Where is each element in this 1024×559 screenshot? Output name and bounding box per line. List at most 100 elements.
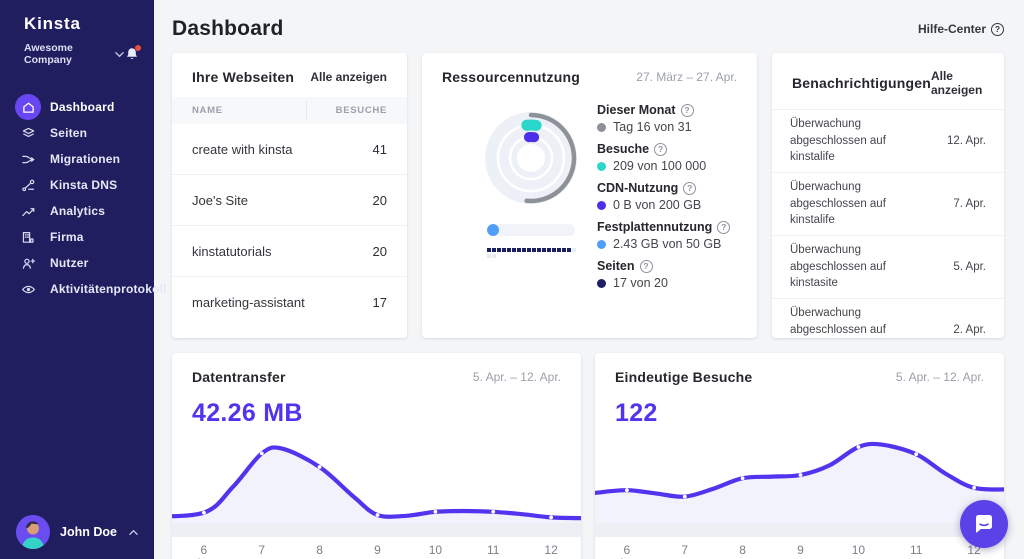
usage-square bbox=[547, 248, 551, 252]
notifications-card-title: Benachrichtigungen bbox=[792, 75, 931, 91]
analytics-icon bbox=[15, 198, 41, 224]
websites-card: Ihre Webseiten Alle anzeigen Name Besuch… bbox=[172, 53, 407, 338]
unique-visits-title: Eindeutige Besuche bbox=[615, 369, 752, 385]
x-tick-label: 8 bbox=[739, 543, 746, 557]
data-transfer-card: Datentransfer 5. Apr. – 12. Apr. 42.26 M… bbox=[172, 353, 581, 559]
legend-dot bbox=[597, 240, 606, 249]
help-icon[interactable]: ? bbox=[683, 182, 696, 195]
data-transfer-chart bbox=[172, 437, 581, 537]
help-icon[interactable]: ? bbox=[654, 143, 667, 156]
usage-square bbox=[557, 248, 561, 252]
list-item[interactable]: Überwachung abgeschlossen auf kinstalife… bbox=[772, 298, 1004, 338]
help-icon[interactable]: ? bbox=[717, 221, 730, 234]
legend-entry-visits: Besuche? 209 von 100 000 bbox=[597, 142, 730, 173]
sidebar-item-firma[interactable]: Firma bbox=[0, 224, 154, 250]
list-item[interactable]: Überwachung abgeschlossen auf kinstasite… bbox=[772, 235, 1004, 298]
unique-visits-x-axis: 6Apr789101112 bbox=[595, 537, 1004, 559]
site-name: marketing-assistant bbox=[192, 295, 305, 310]
legend-dot bbox=[597, 123, 606, 132]
main-content: Dashboard Hilfe-Center ? Ihre Webseiten … bbox=[154, 0, 1024, 559]
chat-launcher-button[interactable] bbox=[960, 500, 1008, 548]
notifications-card: Benachrichtigungen Alle anzeigen Überwac… bbox=[772, 53, 1004, 338]
resources-date-range: 27. März – 27. Apr. bbox=[636, 70, 737, 84]
sidebar-item-seiten[interactable]: Seiten bbox=[0, 120, 154, 146]
site-name: create with kinsta bbox=[192, 142, 292, 157]
add-user-icon bbox=[15, 250, 41, 276]
legend-dot bbox=[597, 201, 606, 210]
sidebar-item-analytics[interactable]: Analytics bbox=[0, 198, 154, 224]
list-item[interactable]: Überwachung abgeschlossen auf kinstalife… bbox=[772, 172, 1004, 235]
chevron-down-icon[interactable] bbox=[115, 50, 124, 59]
usage-square bbox=[552, 248, 556, 252]
websites-table-header: Name Besuche bbox=[172, 97, 407, 124]
site-visits: 20 bbox=[373, 244, 387, 259]
disk-usage-bar bbox=[487, 224, 575, 236]
page-title: Dashboard bbox=[172, 17, 284, 41]
websites-card-title: Ihre Webseiten bbox=[192, 69, 294, 85]
site-visits: 41 bbox=[373, 142, 387, 157]
usage-square bbox=[492, 248, 496, 252]
migration-icon bbox=[15, 146, 41, 172]
table-row[interactable]: marketing-assistant 17 bbox=[172, 277, 407, 328]
activity-eye-icon bbox=[15, 276, 41, 302]
user-menu[interactable]: John Doe bbox=[0, 515, 154, 549]
usage-square bbox=[542, 248, 546, 252]
usage-square bbox=[487, 248, 491, 252]
data-transfer-date-range: 5. Apr. – 12. Apr. bbox=[473, 370, 561, 384]
notifications-bell-icon[interactable] bbox=[124, 46, 140, 62]
site-visits: 17 bbox=[373, 295, 387, 310]
legend-entry-disk: Festplattennutzung? 2.43 GB von 50 GB bbox=[597, 220, 730, 251]
x-tick-label: 10 bbox=[852, 543, 865, 557]
sidebar-item-migrationen[interactable]: Migrationen bbox=[0, 146, 154, 172]
usage-square bbox=[517, 248, 521, 252]
x-tick-label: 7 bbox=[258, 543, 265, 557]
dns-icon bbox=[15, 172, 41, 198]
legend-entry-sites: Seiten? 17 von 20 bbox=[597, 259, 730, 290]
usage-square bbox=[532, 248, 536, 252]
help-icon[interactable]: ? bbox=[640, 260, 653, 273]
chart-svg bbox=[172, 437, 581, 537]
usage-square bbox=[502, 248, 506, 252]
home-icon bbox=[15, 94, 41, 120]
company-switcher[interactable]: Awesome Company bbox=[24, 42, 107, 66]
legend-dot bbox=[597, 162, 606, 171]
site-visits: 20 bbox=[373, 193, 387, 208]
table-row[interactable]: kinstatutorials 20 bbox=[172, 226, 407, 277]
usage-square bbox=[497, 248, 501, 252]
usage-square bbox=[562, 248, 566, 252]
legend-dot bbox=[597, 279, 606, 288]
unique-visits-total: 122 bbox=[595, 397, 1004, 428]
legend-entry-cdn: CDN-Nutzung? 0 B von 200 GB bbox=[597, 181, 730, 212]
table-row[interactable]: Joe's Site 20 bbox=[172, 175, 407, 226]
usage-donut-chart bbox=[479, 106, 583, 210]
websites-show-all-link[interactable]: Alle anzeigen bbox=[310, 70, 387, 84]
sidebar-nav: Dashboard Seiten Migrationen Kinsta DNS … bbox=[0, 94, 154, 302]
sites-usage-squares bbox=[487, 248, 577, 260]
data-transfer-title: Datentransfer bbox=[192, 369, 286, 385]
sidebar-item-aktivitaetenprotokoll[interactable]: Aktivitätenprotokoll bbox=[0, 276, 154, 302]
help-icon[interactable]: ? bbox=[681, 104, 694, 117]
notifications-show-all-link[interactable]: Alle anzeigen bbox=[931, 69, 984, 97]
company-building-icon bbox=[15, 224, 41, 250]
list-item[interactable]: Überwachung abgeschlossen auf kinstalife… bbox=[772, 109, 1004, 172]
unique-visits-chart bbox=[595, 437, 1004, 537]
x-tick-label: 8 bbox=[316, 543, 323, 557]
data-transfer-total: 42.26 MB bbox=[172, 397, 581, 428]
help-center-link[interactable]: Hilfe-Center ? bbox=[918, 22, 1004, 36]
usage-square bbox=[487, 254, 491, 258]
sidebar-item-dashboard[interactable]: Dashboard bbox=[0, 94, 154, 120]
table-row[interactable]: create with kinsta 41 bbox=[172, 124, 407, 175]
usage-legend: Dieser Monat? Tag 16 von 31 Besuche? 209… bbox=[597, 103, 730, 298]
layers-icon bbox=[15, 120, 41, 146]
sidebar-item-kinsta-dns[interactable]: Kinsta DNS bbox=[0, 172, 154, 198]
unread-badge bbox=[135, 45, 141, 51]
resources-card: Ressourcennutzung 27. März – 27. Apr. Di… bbox=[422, 53, 757, 338]
column-divider bbox=[306, 102, 307, 119]
sidebar: Kinsta Awesome Company Dashboard Seiten … bbox=[0, 0, 154, 559]
help-icon: ? bbox=[991, 23, 1004, 36]
usage-square bbox=[492, 254, 496, 258]
sidebar-item-nutzer[interactable]: Nutzer bbox=[0, 250, 154, 276]
unique-visits-date-range: 5. Apr. – 12. Apr. bbox=[896, 370, 984, 384]
usage-square bbox=[572, 248, 576, 252]
chevron-up-icon[interactable] bbox=[129, 528, 138, 537]
